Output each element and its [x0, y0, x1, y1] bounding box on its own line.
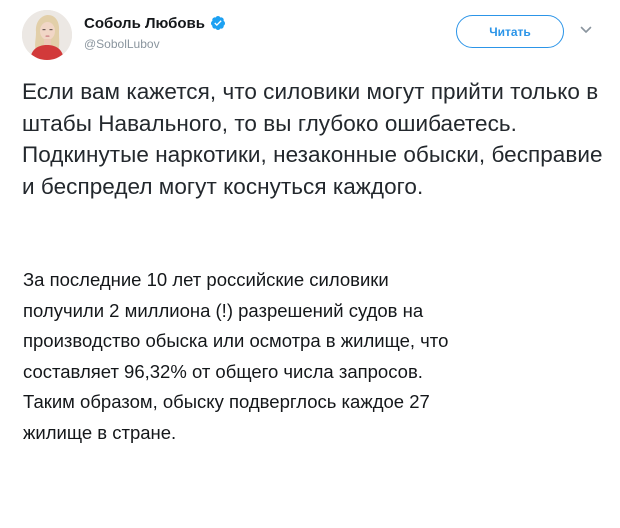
profile-photo-icon: [22, 10, 72, 60]
avatar[interactable]: [22, 10, 72, 60]
tweet-text-paragraph-2: За последние 10 лет российские силовики …: [23, 269, 449, 443]
name-row: Соболь Любовь: [84, 13, 226, 33]
verified-badge-icon: [210, 16, 225, 30]
author-block: Соболь Любовь @SobolLubov: [84, 13, 226, 51]
author-handle[interactable]: @SobolLubov: [84, 37, 226, 51]
chevron-down-icon[interactable]: [580, 25, 592, 35]
tweet-text-paragraph-1: Если вам кажется, что силовики могут при…: [22, 79, 603, 199]
author-display-name[interactable]: Соболь Любовь: [84, 15, 205, 32]
follow-button[interactable]: Читать: [456, 15, 564, 48]
tweet-card: Соболь Любовь @SobolLubov Читать Если ва…: [0, 0, 620, 528]
